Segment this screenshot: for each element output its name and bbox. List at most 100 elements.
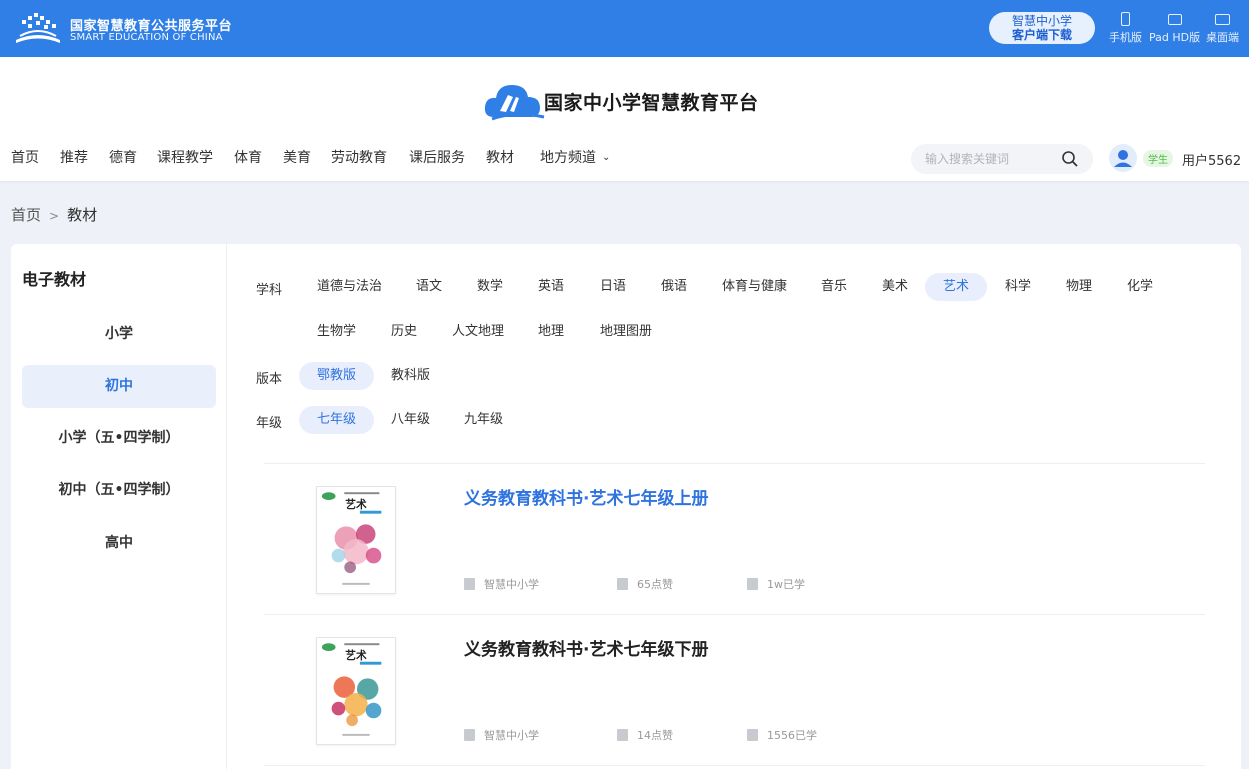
learned-icon bbox=[747, 729, 758, 741]
breadcrumb: 首页 > 教材 bbox=[11, 204, 97, 225]
sidebar-title: 电子教材 bbox=[22, 270, 87, 289]
nav-home[interactable]: 首页 bbox=[11, 147, 39, 167]
breadcrumb-home[interactable]: 首页 bbox=[11, 206, 41, 224]
device-phone[interactable]: 手机版 bbox=[1109, 12, 1142, 45]
book-publisher-label: 智慧中小学 bbox=[484, 729, 539, 742]
book-learners-label: 1w已学 bbox=[767, 578, 805, 591]
book-item[interactable]: 艺术 义务教育教科书·艺术七年级下册 智慧中小学 14点赞 1556已学 bbox=[264, 615, 1205, 765]
thumbs-up-icon bbox=[617, 578, 628, 590]
book-learners: 1556已学 bbox=[747, 727, 817, 743]
book-likes-label: 65点赞 bbox=[637, 578, 673, 591]
header: 国家中小学智慧教育平台 首页 推荐 德育 课程教学 体育 美育 劳动教育 课后服… bbox=[0, 57, 1249, 181]
book-title[interactable]: 义务教育教科书·艺术七年级下册 bbox=[464, 635, 708, 660]
nav-course[interactable]: 课程教学 bbox=[157, 147, 213, 167]
edition-chip[interactable]: 教科版 bbox=[377, 362, 444, 390]
cover-title: 艺术 bbox=[345, 498, 367, 511]
device-phone-label: 手机版 bbox=[1109, 31, 1142, 44]
device-desktop[interactable]: 桌面端 bbox=[1206, 12, 1239, 45]
edition-chip-selected[interactable]: 鄂教版 bbox=[299, 362, 375, 390]
nav-sports[interactable]: 体育 bbox=[234, 147, 262, 167]
sidebar-item-junior[interactable]: 初中 bbox=[22, 365, 216, 408]
top-bar: 国家智慧教育公共服务平台 SMART EDUCATION OF CHINA 智慧… bbox=[0, 0, 1249, 57]
book-cover-image[interactable]: 艺术 bbox=[316, 486, 396, 594]
cover-title: 艺术 bbox=[345, 649, 367, 662]
search-input[interactable] bbox=[925, 150, 1055, 168]
subject-chip[interactable]: 科学 bbox=[991, 273, 1045, 301]
grade-chip-selected[interactable]: 七年级 bbox=[299, 406, 375, 434]
breadcrumb-separator: > bbox=[49, 209, 60, 223]
tablet-icon bbox=[1167, 14, 1182, 25]
chevron-down-icon: ⌄ bbox=[602, 152, 611, 163]
book-learners-label: 1556已学 bbox=[767, 729, 817, 742]
platform-logo-icon[interactable] bbox=[12, 10, 64, 46]
subject-chip[interactable]: 化学 bbox=[1113, 273, 1167, 301]
subject-chip[interactable]: 日语 bbox=[586, 273, 640, 301]
download-line1: 智慧中小学 bbox=[1011, 14, 1072, 28]
book-publisher-label: 智慧中小学 bbox=[484, 578, 539, 591]
nav-arts[interactable]: 美育 bbox=[283, 147, 311, 167]
avatar[interactable] bbox=[1109, 144, 1137, 172]
subject-chip[interactable]: 生物学 bbox=[303, 318, 370, 346]
publisher-icon bbox=[464, 729, 475, 741]
grade-label: 年级 bbox=[256, 416, 283, 431]
content-card: 电子教材 小学 初中 小学（五•四学制） 初中（五•四学制） 高中 学科 道德与… bbox=[11, 244, 1241, 769]
subject-chip[interactable]: 俄语 bbox=[647, 273, 701, 301]
nav-moral[interactable]: 德育 bbox=[109, 147, 137, 167]
download-line2: 客户端下载 bbox=[1011, 28, 1072, 42]
search-box bbox=[911, 144, 1093, 174]
book-cover-image[interactable]: 艺术 bbox=[316, 637, 396, 745]
nav-afterschool[interactable]: 课后服务 bbox=[409, 147, 465, 167]
subject-chip[interactable]: 人文地理 bbox=[438, 318, 518, 346]
thumbs-up-icon bbox=[617, 729, 628, 741]
subject-chip[interactable]: 美术 bbox=[868, 273, 922, 301]
subject-chip[interactable]: 物理 bbox=[1052, 273, 1106, 301]
edition-label: 版本 bbox=[256, 372, 283, 387]
role-badge: 学生 bbox=[1143, 150, 1173, 167]
brand-cloud-logo-icon bbox=[484, 85, 545, 121]
device-pad-label: Pad HD版 bbox=[1149, 31, 1201, 44]
book-learners: 1w已学 bbox=[747, 576, 805, 592]
device-desktop-label: 桌面端 bbox=[1206, 31, 1239, 44]
book-item[interactable]: 艺术 义务教育教科书·艺术七年级上册 智慧中小学 65点赞 1w已学 bbox=[264, 464, 1205, 614]
brand[interactable]: 国家中小学智慧教育平台 bbox=[482, 77, 758, 123]
subject-chip-selected[interactable]: 艺术 bbox=[925, 273, 988, 301]
divider bbox=[264, 765, 1205, 766]
client-download-button[interactable]: 智慧中小学 客户端下载 bbox=[989, 12, 1095, 44]
user-icon bbox=[1114, 150, 1132, 167]
device-pad[interactable]: Pad HD版 bbox=[1149, 12, 1200, 45]
nav-local-channel[interactable]: 地方频道 ⌄ bbox=[540, 147, 610, 167]
subject-chip[interactable]: 音乐 bbox=[807, 273, 861, 301]
subject-chip[interactable]: 地理图册 bbox=[586, 318, 666, 346]
subject-chip[interactable]: 历史 bbox=[377, 318, 431, 346]
sidebar-item-primary-54[interactable]: 小学（五•四学制） bbox=[22, 417, 216, 460]
breadcrumb-current: 教材 bbox=[67, 206, 98, 224]
subject-chip[interactable]: 数学 bbox=[463, 273, 517, 301]
nav-labor[interactable]: 劳动教育 bbox=[331, 147, 387, 167]
book-title[interactable]: 义务教育教科书·艺术七年级上册 bbox=[464, 484, 708, 509]
book-likes-label: 14点赞 bbox=[637, 729, 673, 742]
search-icon[interactable] bbox=[1061, 150, 1079, 168]
nav-local-channel-label: 地方频道 bbox=[540, 150, 596, 166]
subject-chip[interactable]: 语文 bbox=[402, 273, 456, 301]
grade-chip[interactable]: 九年级 bbox=[450, 406, 517, 434]
subject-chip[interactable]: 道德与法治 bbox=[303, 273, 396, 301]
site-name-en: SMART EDUCATION OF CHINA bbox=[70, 32, 223, 43]
subject-chip[interactable]: 英语 bbox=[524, 273, 578, 301]
subject-chip[interactable]: 地理 bbox=[524, 318, 578, 346]
subject-chip[interactable]: 体育与健康 bbox=[708, 273, 801, 301]
nav-recommend[interactable]: 推荐 bbox=[60, 147, 88, 167]
book-publisher: 智慧中小学 bbox=[464, 576, 539, 592]
sidebar-item-senior[interactable]: 高中 bbox=[22, 522, 216, 565]
sidebar: 电子教材 小学 初中 小学（五•四学制） 初中（五•四学制） 高中 bbox=[11, 244, 227, 769]
publisher-icon bbox=[464, 578, 475, 590]
subject-label: 学科 bbox=[256, 283, 283, 298]
grade-chip[interactable]: 八年级 bbox=[377, 406, 444, 434]
book-publisher: 智慧中小学 bbox=[464, 727, 539, 743]
nav-textbook[interactable]: 教材 bbox=[486, 147, 514, 167]
sidebar-item-primary[interactable]: 小学 bbox=[22, 313, 216, 356]
book-likes: 14点赞 bbox=[617, 727, 673, 743]
sidebar-item-junior-54[interactable]: 初中（五•四学制） bbox=[22, 469, 216, 512]
monitor-icon bbox=[1215, 14, 1230, 25]
username[interactable]: 用户5562 bbox=[1182, 150, 1241, 169]
phone-icon bbox=[1121, 12, 1130, 26]
